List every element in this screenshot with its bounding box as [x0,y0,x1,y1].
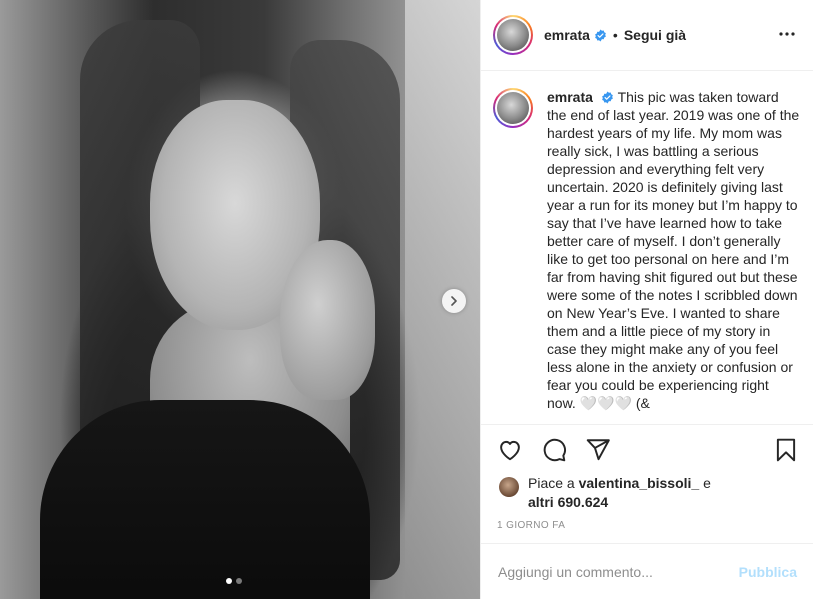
publish-button[interactable]: Pubblica [739,564,797,580]
verified-badge-icon [602,91,613,104]
photo-hand [280,240,375,400]
post-header: emrata • Segui già [481,0,813,71]
share-icon[interactable] [585,437,611,463]
carousel-dot-2 [236,578,242,584]
post-actions-bar [481,424,813,468]
heart-icon[interactable] [497,437,523,463]
caption-username[interactable]: emrata [547,89,593,105]
liker-avatar[interactable] [499,477,519,497]
bookmark-icon[interactable] [773,437,799,463]
likes-prefix: Piace a [528,475,579,491]
caption-text: emrata This pic was taken toward the end… [547,88,800,412]
chevron-right-icon [451,296,457,306]
carousel-indicator [226,578,242,584]
author-username[interactable]: emrata [544,27,590,43]
likes-others-button[interactable]: altri 690.624 [528,493,608,511]
carousel-dot-1 [226,578,232,584]
photo-top [40,400,370,599]
next-photo-button[interactable] [442,289,466,313]
post-side-panel: emrata • Segui già emrata This pic was t… [480,0,813,599]
comment-input[interactable] [498,563,739,580]
verified-badge-icon [595,29,606,41]
caption-body: This pic was taken toward the end of las… [547,89,800,411]
liker-username[interactable]: valentina_bissoli_ [579,475,700,491]
comment-icon[interactable] [541,437,567,463]
likes-conjunction: e [699,475,711,491]
comment-form: Pubblica [481,543,813,599]
caption-author-avatar[interactable] [493,88,533,128]
follow-status-button[interactable]: Segui già [624,27,686,43]
post-timestamp[interactable]: 1 giorno fa [497,520,565,531]
caption-row: emrata This pic was taken toward the end… [493,88,800,412]
header-separator: • [612,27,618,43]
more-options-icon[interactable] [779,26,795,42]
author-avatar[interactable] [493,15,533,55]
caption-section: emrata This pic was taken toward the end… [481,71,813,424]
post-photo[interactable] [0,0,480,599]
